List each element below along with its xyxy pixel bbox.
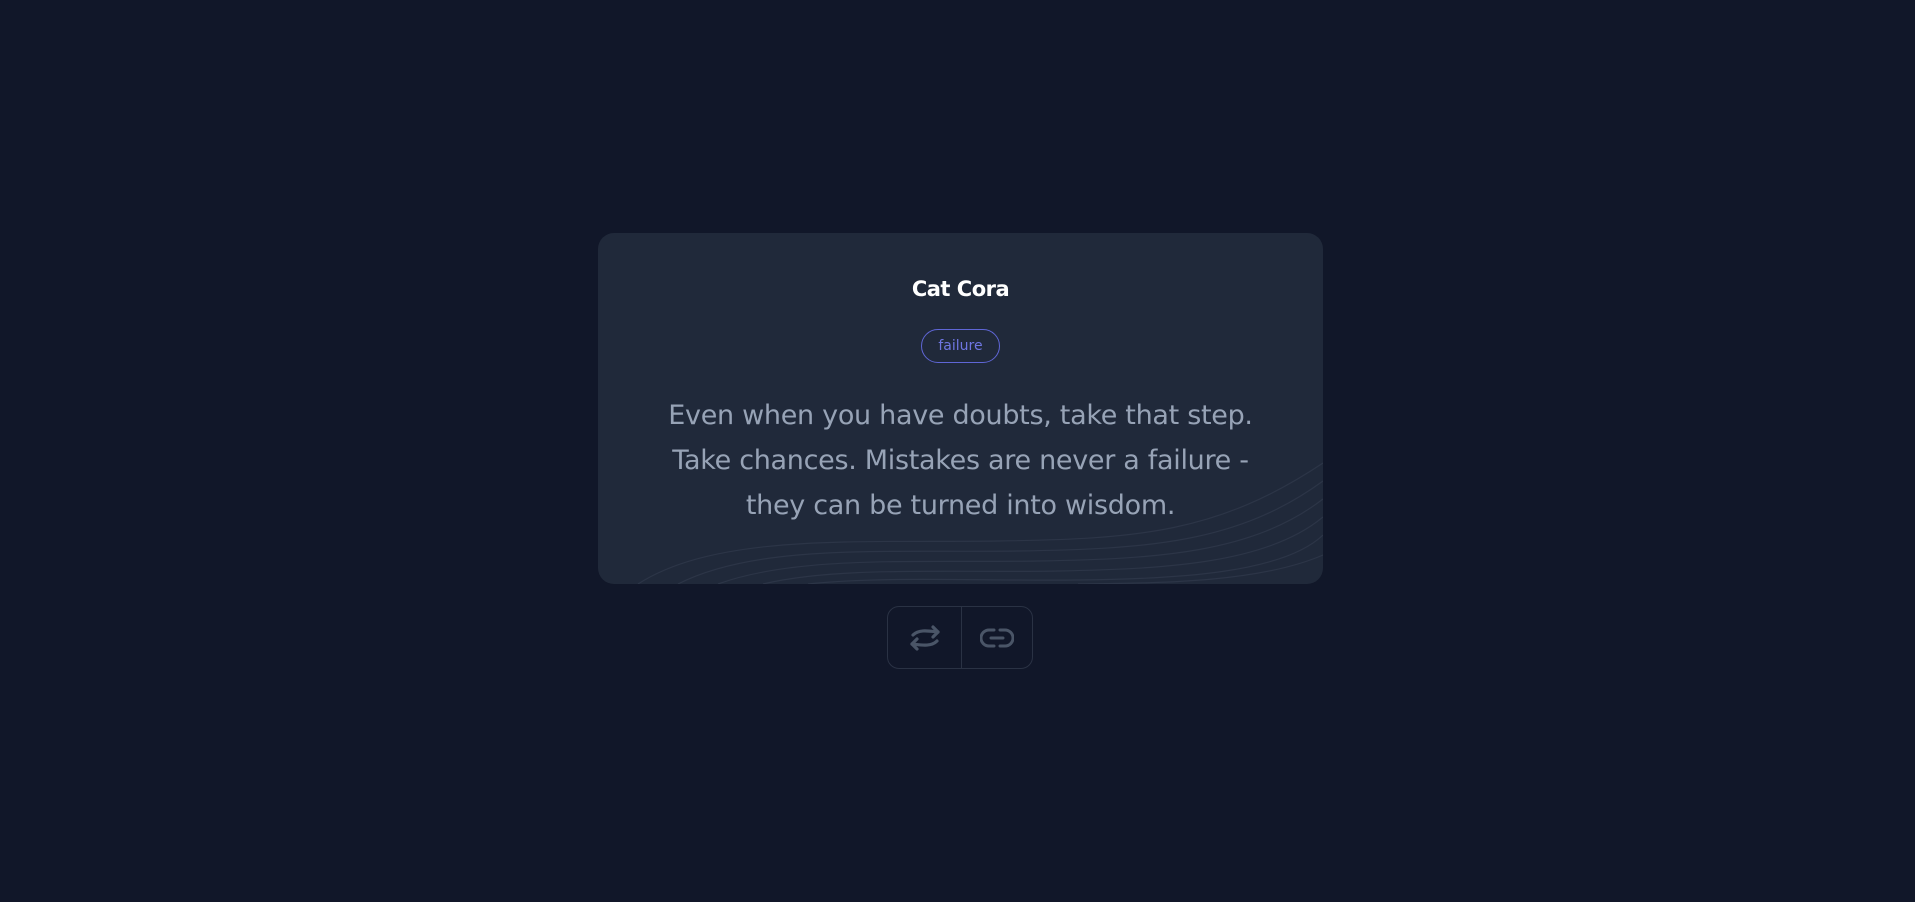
quote-line: Even when you have doubts, take that ste… [668,400,1253,431]
copy-link-button[interactable] [962,607,1032,668]
quote-card: Cat Cora failure Even when you have doub… [598,233,1323,584]
action-bar [887,606,1033,669]
link-icon [980,628,1015,647]
quote-line: Take chances. Mistakes are never a failu… [672,445,1249,476]
shuffle-arrows-icon [910,624,940,651]
quote-line: they can be turned into wisdom. [745,490,1176,521]
quote-text: Even when you have doubts, take that ste… [658,393,1263,528]
random-quote-button[interactable] [888,607,963,668]
tag-badge[interactable]: failure [921,329,1000,363]
page: Cat Cora failure Even when you have doub… [0,0,1915,902]
quote-author: Cat Cora [911,277,1010,301]
